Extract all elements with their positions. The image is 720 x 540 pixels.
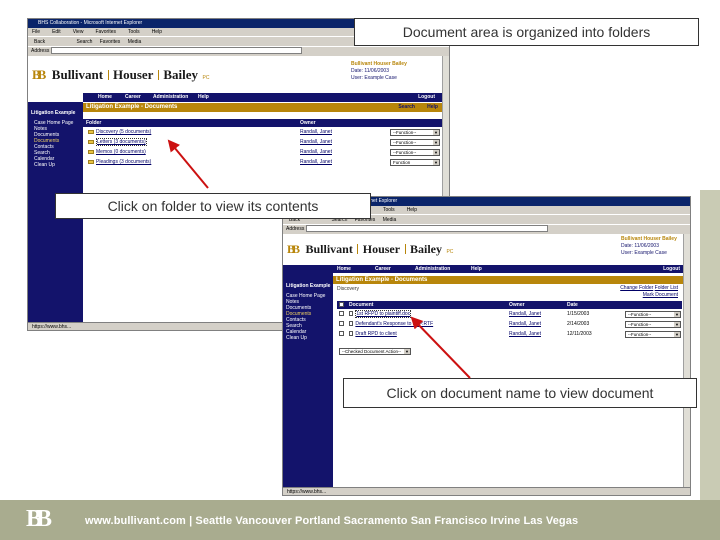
decorative-edge bbox=[700, 190, 720, 500]
footer-text: www.bullivant.com | Seattle Vancouver Po… bbox=[85, 515, 579, 527]
footer-logo-mark: BB bbox=[26, 506, 52, 532]
arrow-to-folder bbox=[167, 139, 209, 189]
arrow-to-document bbox=[410, 316, 471, 379]
arrows-layer bbox=[167, 139, 471, 379]
slide-footer: BB www.bullivant.com | Seattle Vancouver… bbox=[0, 500, 720, 540]
